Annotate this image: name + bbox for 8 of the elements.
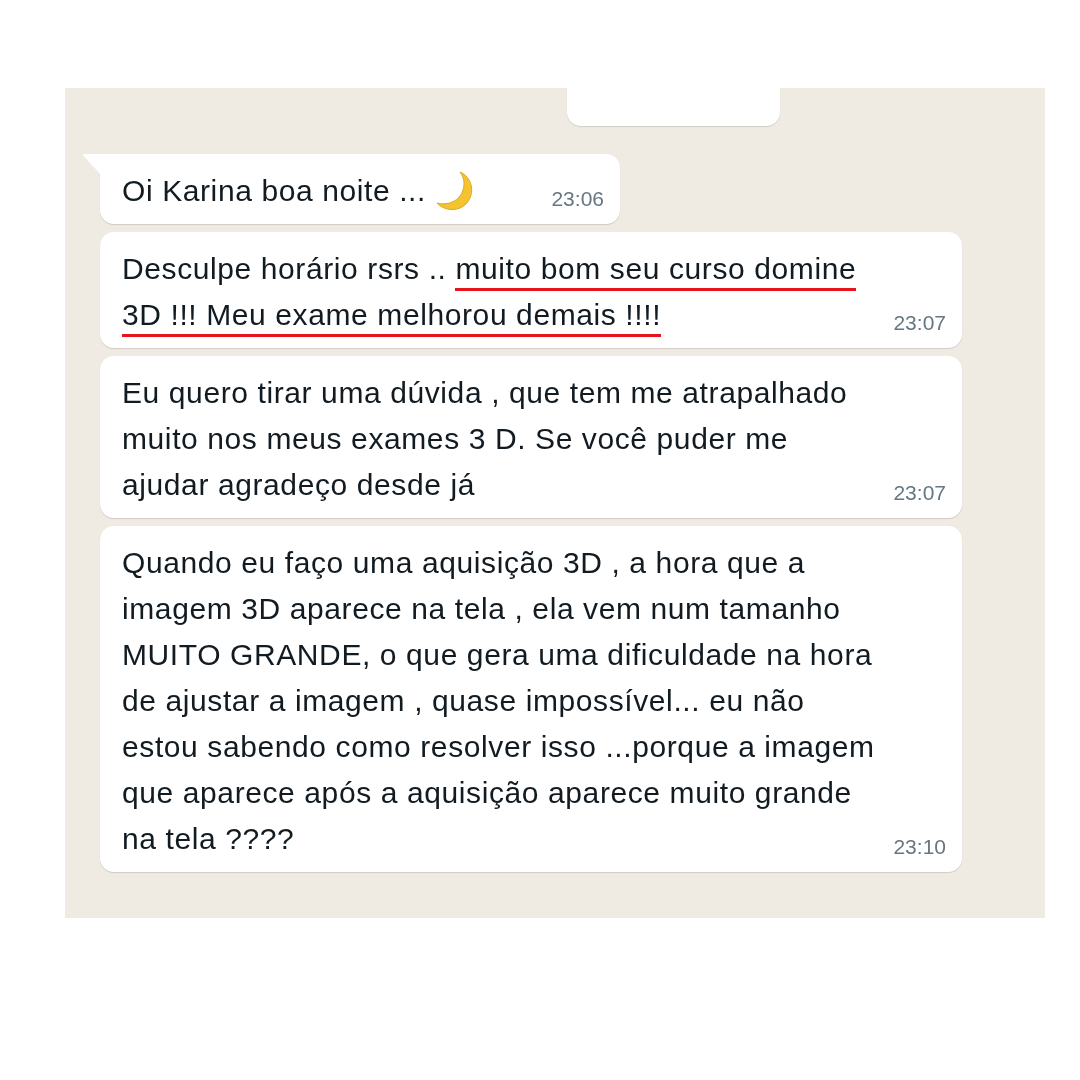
message-text: Quando eu faço uma aquisição 3D , a hora que a imagem 3D aparece na tela , ela vem num tamanho MUITO GRANDE, o que gera uma dificuldade na hora de ajustar a imagem , quase impossível... eu não estou sabendo como resolver isso ...porque a imagem que aparece após a aquisição aparece muito grande na tela ???? <box>122 545 876 857</box>
message-text: Oi Karina boa noite ... <box>122 173 426 209</box>
message-time: 23:07 <box>893 479 946 506</box>
message-text: Eu quero tirar uma dúvida , que tem me atrapalhado muito nos meus exames 3 D. Se você puder me ajudar agradeço desde já <box>122 375 849 503</box>
message-time: 23:10 <box>893 833 946 860</box>
message-time: 23:07 <box>893 309 946 336</box>
message-text: Desculpe horário rsrs .. muito bom seu curso domine 3D !!! Meu exame melhorou demais !!!! <box>122 246 878 338</box>
message-time: 23:06 <box>551 185 604 212</box>
